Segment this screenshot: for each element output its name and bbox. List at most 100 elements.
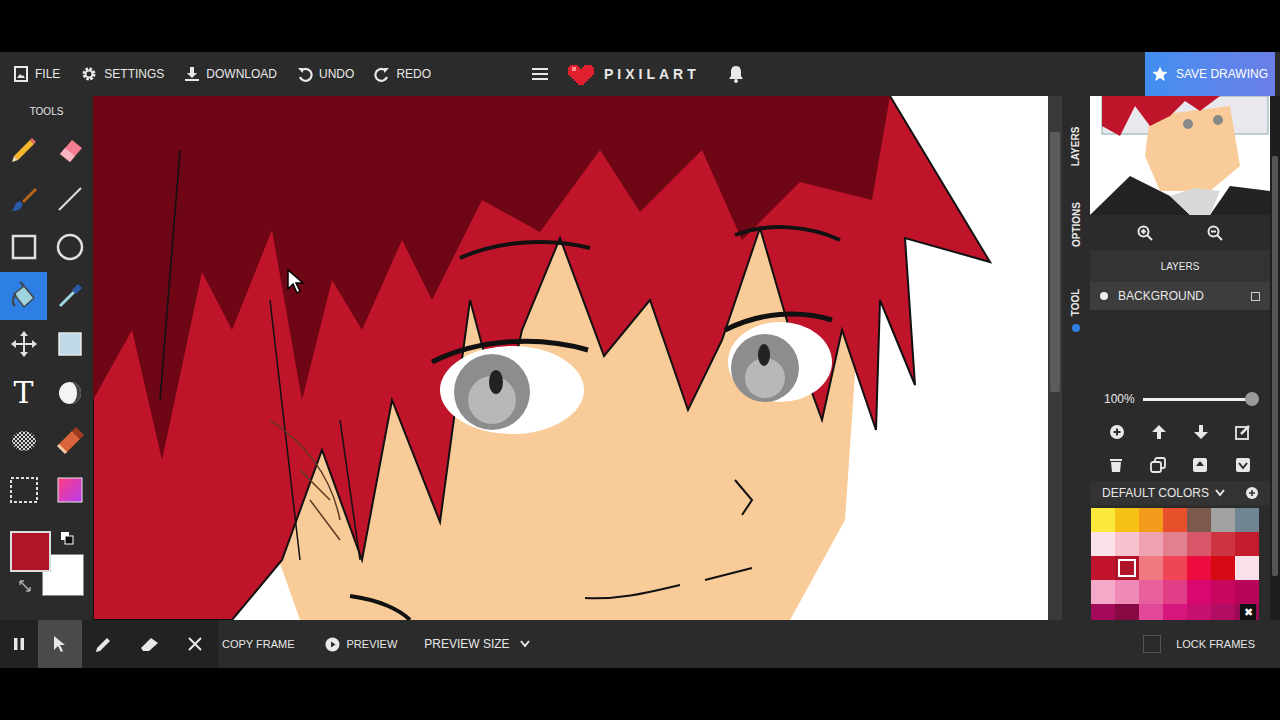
preview-size-dropdown[interactable]: PREVIEW SIZE — [424, 635, 529, 653]
palette-header[interactable]: DEFAULT COLORS — [1090, 481, 1270, 505]
shape-tool[interactable] — [47, 320, 93, 369]
palette-title[interactable]: DEFAULT COLORS — [1102, 484, 1209, 502]
palette-swatch[interactable] — [1139, 508, 1163, 532]
redo-menu[interactable]: REDO — [374, 65, 431, 83]
close-palette-button[interactable]: ✖ — [1240, 604, 1256, 620]
rectangle-tool[interactable] — [0, 223, 47, 272]
panel-scrollbar-thumb[interactable] — [1272, 156, 1278, 576]
reset-colors-icon[interactable] — [18, 579, 32, 593]
text-tool[interactable]: T — [0, 369, 47, 418]
lock-frames-label[interactable]: LOCK FRAMES — [1176, 636, 1255, 653]
swap-colors-icon[interactable] — [60, 531, 74, 545]
layers-tab[interactable]: LAYERS — [1062, 108, 1090, 184]
move-tool[interactable] — [0, 320, 47, 369]
preview-size-label[interactable]: PREVIEW SIZE — [424, 635, 509, 653]
undo-menu[interactable]: UNDO — [297, 65, 354, 83]
tool-tab-label[interactable]: TOOL — [1069, 288, 1084, 316]
preview-button[interactable]: PREVIEW — [325, 636, 398, 653]
preview-thumbnail[interactable] — [1090, 96, 1270, 215]
palette-swatch[interactable] — [1115, 532, 1139, 556]
file-menu[interactable]: FILE — [13, 65, 60, 83]
layer-visibility-dot[interactable] — [1100, 292, 1108, 300]
palette-swatch[interactable] — [1163, 508, 1187, 532]
lock-frames[interactable]: LOCK FRAMES — [1143, 635, 1255, 653]
palette-swatch[interactable] — [1115, 508, 1139, 532]
palette-swatch[interactable] — [1187, 532, 1211, 556]
add-palette-icon[interactable] — [1246, 487, 1258, 499]
scrollbar-thumb[interactable] — [1050, 132, 1060, 392]
palette-swatch[interactable] — [1211, 532, 1235, 556]
palette-swatch[interactable] — [1235, 508, 1259, 532]
palette-swatch[interactable] — [1115, 580, 1139, 604]
palette-swatch[interactable] — [1211, 556, 1235, 580]
circle-tool[interactable] — [47, 223, 93, 272]
collapse-icon[interactable] — [1235, 457, 1251, 473]
palette-swatch[interactable] — [1163, 604, 1187, 620]
palette-swatch[interactable] — [1187, 580, 1211, 604]
move-up-icon[interactable] — [1151, 424, 1167, 440]
panel-scrollbar[interactable] — [1270, 96, 1280, 620]
palette-swatch[interactable] — [1235, 580, 1259, 604]
palette-swatch[interactable] — [1163, 556, 1187, 580]
save-drawing-button[interactable]: SAVE DRAWING — [1145, 52, 1275, 96]
download-label[interactable]: DOWNLOAD — [206, 65, 277, 83]
save-drawing-label[interactable]: SAVE DRAWING — [1176, 65, 1268, 83]
palette-swatch[interactable] — [1163, 580, 1187, 604]
duplicate-icon[interactable] — [1150, 457, 1166, 473]
canvas-scrollbar[interactable] — [1048, 96, 1062, 620]
palette-swatch[interactable] — [1091, 604, 1115, 620]
edit-icon[interactable] — [1235, 424, 1251, 440]
undo-label[interactable]: UNDO — [319, 65, 354, 83]
brush-tool[interactable] — [0, 175, 47, 224]
line-tool[interactable] — [47, 175, 93, 224]
preview-label[interactable]: PREVIEW — [347, 636, 398, 653]
frame-eraser-button[interactable] — [126, 620, 172, 668]
options-tab[interactable]: OPTIONS — [1062, 184, 1090, 264]
frame-pencil-button[interactable] — [82, 620, 126, 668]
move-down-icon[interactable] — [1193, 424, 1209, 440]
copy-frame-button[interactable]: COPY FRAME — [222, 636, 295, 653]
gradient-tool[interactable] — [47, 466, 93, 515]
palette-swatch[interactable] — [1139, 580, 1163, 604]
palette-swatch[interactable] — [1139, 556, 1163, 580]
file-label[interactable]: FILE — [35, 65, 60, 83]
lock-frames-checkbox[interactable] — [1143, 635, 1161, 653]
layer-name[interactable]: BACKGROUND — [1118, 287, 1241, 305]
palette-swatch[interactable] — [1091, 508, 1115, 532]
opacity-slider[interactable] — [1143, 398, 1252, 401]
palette-swatch[interactable] — [1163, 532, 1187, 556]
palette-swatch[interactable] — [1139, 532, 1163, 556]
add-layer-icon[interactable] — [1109, 424, 1125, 440]
palette-swatch[interactable] — [1091, 532, 1115, 556]
fill-tool[interactable] — [0, 272, 47, 321]
pencil-tool[interactable] — [0, 126, 47, 175]
zoom-out-icon[interactable] — [1207, 225, 1223, 241]
download-menu[interactable]: DOWNLOAD — [184, 65, 277, 83]
stamp-tool[interactable] — [47, 417, 93, 466]
logo-text[interactable]: PIXILART — [604, 64, 700, 85]
layer-row[interactable]: BACKGROUND — [1090, 282, 1270, 310]
settings-menu[interactable]: SETTINGS — [80, 65, 164, 83]
palette-swatch[interactable] — [1211, 580, 1235, 604]
palette-swatch[interactable] — [1187, 556, 1211, 580]
hamburger-icon[interactable] — [532, 67, 548, 81]
palette-swatch[interactable] — [1187, 508, 1211, 532]
pause-button[interactable] — [0, 620, 38, 668]
palette-swatch[interactable] — [1115, 604, 1139, 620]
palette-swatch[interactable] — [1115, 556, 1139, 580]
palette-swatch[interactable] — [1091, 580, 1115, 604]
layer-checkbox[interactable] — [1251, 292, 1260, 301]
drawing-canvas[interactable] — [93, 96, 1048, 620]
pixilart-logo[interactable]: PIXILART — [568, 63, 700, 85]
dither-tool[interactable] — [0, 417, 47, 466]
text-tool-glyph[interactable]: T — [13, 378, 33, 408]
settings-label[interactable]: SETTINGS — [104, 65, 164, 83]
eyedropper-tool[interactable] — [47, 272, 93, 321]
layers-tab-label[interactable]: LAYERS — [1069, 126, 1084, 166]
trash-icon[interactable] — [1109, 457, 1123, 473]
palette-swatch[interactable] — [1235, 532, 1259, 556]
opacity-knob[interactable] — [1245, 392, 1259, 406]
options-tab-label[interactable]: OPTIONS — [1069, 201, 1084, 246]
palette-swatch[interactable] — [1211, 604, 1235, 620]
palette-swatch[interactable] — [1187, 604, 1211, 620]
